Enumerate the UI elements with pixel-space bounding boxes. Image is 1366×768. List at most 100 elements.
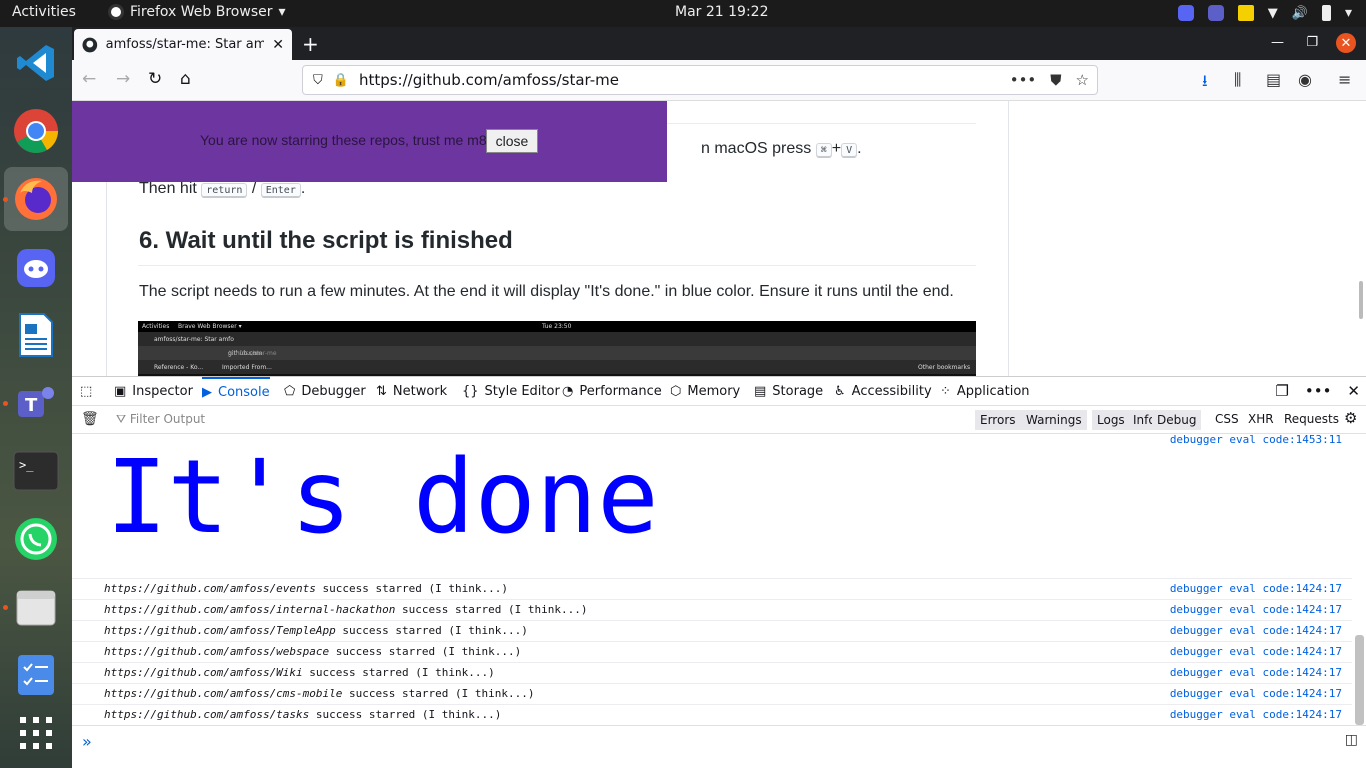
inspector-icon: ▣ [114, 384, 127, 399]
activities-button[interactable]: Activities [12, 4, 76, 20]
console-icon: ▶ [202, 385, 212, 400]
log-location[interactable]: debugger eval code:1424:17 [1170, 645, 1342, 658]
debugger-icon: ⬠ [284, 384, 296, 399]
log-location[interactable]: debugger eval code:1424:17 [1170, 624, 1342, 637]
console-input[interactable]: » ◫ [72, 725, 1366, 768]
tab-console[interactable]: ▶ Console [202, 377, 270, 406]
vscode-launcher[interactable] [10, 37, 62, 89]
tab-memory[interactable]: ⬡ Memory [670, 377, 740, 406]
chrome-launcher[interactable] [10, 105, 62, 157]
discord-launcher[interactable] [10, 242, 62, 294]
home-button[interactable]: ⌂ [180, 69, 191, 89]
show-applications-button[interactable] [10, 707, 62, 759]
volume-icon[interactable]: 🔊 [1292, 6, 1308, 21]
firefox-launcher[interactable] [4, 167, 68, 231]
writer-launcher[interactable] [10, 309, 62, 361]
devtools-actions: ❐ ••• ✕ [1275, 382, 1360, 400]
log-location[interactable]: debugger eval code:1424:17 [1170, 582, 1342, 595]
filter-errors[interactable]: Errors [975, 410, 1021, 430]
settings-gear-icon[interactable]: ⚙ [1344, 409, 1357, 427]
filter-logs[interactable]: Logs [1092, 410, 1130, 430]
log-row: https://github.com/amfoss/internal-hacka… [72, 599, 1352, 620]
log-location[interactable]: debugger eval code:1424:17 [1170, 666, 1342, 679]
battery-icon[interactable] [1321, 5, 1331, 21]
tab-inspector[interactable]: ▣ Inspector [114, 377, 193, 406]
system-tray[interactable]: ▼ 🔊 ▾ [1177, 5, 1352, 21]
terminal-icon: >_ [13, 451, 59, 491]
system-menu-chevron-icon[interactable]: ▾ [1345, 5, 1352, 21]
new-tab-button[interactable]: + [302, 32, 319, 56]
log-location[interactable]: debugger eval code:1424:17 [1170, 687, 1342, 700]
lock-icon[interactable]: 🔒 [333, 73, 349, 88]
application-icon: ⁘ [940, 384, 951, 399]
url-text[interactable]: https://github.com/amfoss/star-me [359, 71, 619, 89]
filter-output-input[interactable]: ⛛ Filter Output [116, 412, 205, 427]
element-picker-icon[interactable]: ⬚ [80, 377, 92, 406]
maximize-button[interactable]: ❐ [1306, 35, 1318, 50]
more-options-icon[interactable]: ••• [1305, 382, 1332, 400]
clear-console-icon[interactable]: 🗑 [81, 411, 99, 427]
close-tab-icon[interactable]: ✕ [272, 37, 284, 53]
dock-side-icon[interactable]: ❐ [1275, 382, 1288, 400]
tracking-protection-icon[interactable]: ⛉ [313, 73, 323, 88]
page-scrollbar[interactable] [1359, 281, 1363, 319]
files-launcher[interactable] [10, 581, 62, 633]
reload-button[interactable]: ↻ [148, 69, 162, 89]
filter-xhr[interactable]: XHR [1248, 412, 1274, 426]
console-scrollbar[interactable] [1355, 635, 1364, 725]
forward-button[interactable]: → [116, 69, 130, 89]
divider [138, 265, 976, 266]
dock: T >_ [0, 27, 72, 768]
sidebar-icon[interactable]: ▤ [1266, 70, 1281, 89]
embed-bookmark: Other bookmarks [918, 364, 971, 371]
log-location[interactable]: debugger eval code:1424:17 [1170, 708, 1342, 721]
clock[interactable]: Mar 21 19:22 [675, 4, 768, 20]
tasks-launcher[interactable] [10, 649, 62, 701]
whatsapp-launcher[interactable] [10, 513, 62, 565]
banner-close-button[interactable]: close [486, 129, 538, 153]
log-location[interactable]: debugger eval code:1424:17 [1170, 603, 1342, 616]
teams-launcher[interactable]: T [10, 377, 62, 429]
account-icon[interactable]: ◉ [1298, 70, 1312, 89]
firefox-icon [15, 178, 57, 220]
wifi-icon[interactable]: ▼ [1268, 6, 1278, 21]
tab-style-editor[interactable]: {} Style Editor [462, 377, 560, 406]
bookmark-star-icon[interactable]: ☆ [1076, 71, 1089, 89]
close-devtools-icon[interactable]: ✕ [1347, 382, 1360, 400]
page-actions-button[interactable]: ••• [1010, 71, 1037, 89]
back-button[interactable]: ← [82, 69, 96, 89]
teams-tray-icon[interactable] [1207, 5, 1224, 21]
tab-accessibility[interactable]: ♿ Accessibility [834, 377, 932, 406]
filter-debug[interactable]: Debug [1152, 410, 1202, 430]
app-menu[interactable]: Firefox Web Browser ▾ [108, 4, 286, 20]
filter-css[interactable]: CSS [1215, 412, 1239, 426]
sidebar-divider [1008, 101, 1009, 376]
tab-storage[interactable]: ▤ Storage [754, 377, 823, 406]
pocket-icon[interactable]: ⛊ [1050, 71, 1061, 89]
filter-warnings[interactable]: Warnings [1021, 410, 1087, 430]
starring-banner: You are now starring these repos, trust … [72, 101, 667, 182]
tab-network[interactable]: ⇅ Network [376, 377, 447, 406]
close-window-button[interactable]: ✕ [1336, 33, 1356, 53]
downloads-icon[interactable]: ⭳ [1202, 70, 1208, 97]
kbd-enter: Enter [260, 183, 301, 198]
split-console-icon[interactable]: ◫ [1345, 732, 1358, 748]
tab-github-star-me[interactable]: amfoss/star-me: Star amfoss ✕ [74, 29, 292, 60]
storage-icon: ▤ [754, 384, 767, 399]
tab-performance[interactable]: ◔ Performance [562, 377, 662, 406]
network-icon: ⇅ [376, 384, 387, 399]
big-message-location[interactable]: debugger eval code:1453:11 [1170, 435, 1342, 446]
notes-tray-icon[interactable] [1237, 5, 1254, 21]
discord-tray-icon[interactable] [1177, 5, 1194, 21]
library-icon[interactable]: ⫼ [1234, 70, 1241, 90]
tab-application[interactable]: ⁘ Application [940, 377, 1030, 406]
console-filter-bar: 🗑 ⛛ Filter Output Errors Warnings Logs I… [72, 406, 1366, 434]
url-bar[interactable]: ⛉ 🔒 https://github.com/amfoss/star-me ••… [302, 65, 1098, 95]
terminal-launcher[interactable]: >_ [10, 445, 62, 497]
kbd-return: return [201, 183, 248, 198]
teams-icon: T [18, 387, 54, 417]
minimize-button[interactable]: — [1271, 35, 1284, 50]
tab-debugger[interactable]: ⬠ Debugger [284, 377, 366, 406]
hamburger-menu-icon[interactable]: ≡ [1338, 70, 1351, 89]
filter-requests[interactable]: Requests [1284, 412, 1339, 426]
